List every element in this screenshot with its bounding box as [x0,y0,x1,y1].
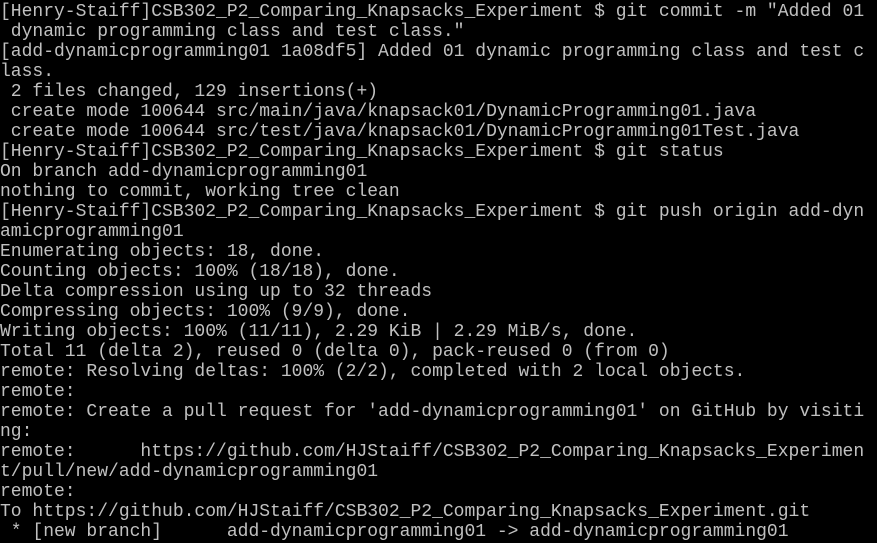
terminal-line: [add-dynamicprogramming01 1a08df5] Added… [0,42,865,62]
terminal-line: lass. [0,62,55,82]
terminal-line: On branch add-dynamicprogramming01 [0,162,368,182]
terminal-line: [Henry-Staiff]CSB302_P2_Comparing_Knapsa… [0,202,865,222]
terminal-line: nothing to commit, working tree clean [0,182,400,202]
terminal-line: t/pull/new/add-dynamicprogramming01 [0,462,379,482]
terminal-line: [Henry-Staiff]CSB302_P2_Comparing_Knapsa… [0,2,865,22]
terminal-line: remote: [0,482,76,502]
terminal-line: Delta compression using up to 32 threads [0,282,433,302]
terminal-line: Writing objects: 100% (11/11), 2.29 KiB … [0,322,638,342]
terminal-line: amicprogramming01 [0,222,184,242]
terminal-line: create mode 100644 src/main/java/knapsac… [0,102,757,122]
terminal-window[interactable]: [Henry-Staiff]CSB302_P2_Comparing_Knapsa… [0,0,877,543]
terminal-line: Total 11 (delta 2), reused 0 (delta 0), … [0,342,670,362]
terminal-line: remote: Create a pull request for 'add-d… [0,402,865,422]
terminal-line: remote: [0,382,76,402]
terminal-line: To https://github.com/HJStaiff/CSB302_P2… [0,502,811,522]
terminal-line: dynamic programming class and test class… [0,22,465,42]
terminal-line: remote: Resolving deltas: 100% (2/2), co… [0,362,746,382]
terminal-line: * [new branch] add-dynamicprogramming01 … [0,522,789,542]
terminal-line: ng: [0,422,33,442]
terminal-line: [Henry-Staiff]CSB302_P2_Comparing_Knapsa… [0,142,724,162]
terminal-output: [Henry-Staiff]CSB302_P2_Comparing_Knapsa… [0,2,864,542]
terminal-line: Compressing objects: 100% (9/9), done. [0,302,411,322]
terminal-line: Enumerating objects: 18, done. [0,242,325,262]
terminal-line: create mode 100644 src/test/java/knapsac… [0,122,800,142]
terminal-line: Counting objects: 100% (18/18), done. [0,262,400,282]
terminal-line: 2 files changed, 129 insertions(+) [0,82,379,102]
terminal-line: remote: https://github.com/HJStaiff/CSB3… [0,442,865,462]
